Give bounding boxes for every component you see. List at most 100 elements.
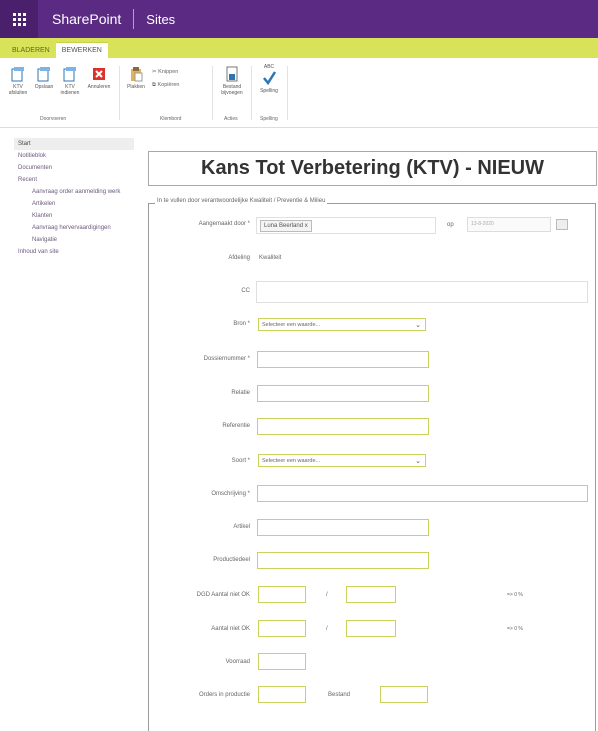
group-divider bbox=[119, 66, 120, 120]
aantal-percentage: => 0 % bbox=[507, 626, 523, 632]
nav-item-notitieblok[interactable]: Notitieblok bbox=[14, 150, 134, 162]
nav-subitem-klanten[interactable]: Klanten bbox=[14, 210, 134, 222]
label-dossiernummer: Dossiernummer * bbox=[203, 356, 250, 362]
button-label: Opslaan bbox=[34, 84, 54, 90]
label-dgd-aantal-niet-ok: DGD Aantal niet OK bbox=[196, 592, 250, 598]
nav-subitem-artikelen[interactable]: Artikelen bbox=[14, 198, 134, 210]
bestand-input[interactable] bbox=[380, 686, 428, 703]
annuleren-button[interactable]: Annuleren bbox=[86, 66, 112, 90]
label-bron: Bron * bbox=[233, 321, 250, 327]
label-bestand: Bestand bbox=[328, 692, 351, 698]
label-cc: CC bbox=[241, 288, 250, 294]
remove-person-icon[interactable]: x bbox=[305, 223, 308, 229]
waffle-icon bbox=[12, 12, 26, 26]
relatie-input[interactable] bbox=[257, 385, 429, 402]
suite-bar: SharePoint Sites bbox=[0, 0, 598, 38]
value-afdeling: Kwaliteit bbox=[259, 255, 282, 261]
button-label: KTV afsluiten bbox=[8, 84, 28, 96]
label-soort: Soort * bbox=[231, 458, 250, 464]
slash-separator: / bbox=[326, 626, 328, 632]
nav-item-recent[interactable]: Recent bbox=[14, 174, 134, 186]
chevron-down-icon: ⌄ bbox=[415, 458, 421, 465]
label-aangemaakt-door: Aangemaakt door * bbox=[198, 221, 250, 227]
chevron-down-icon: ⌄ bbox=[415, 322, 421, 329]
label-op: op bbox=[447, 222, 454, 228]
group-label-klembord: Klembord bbox=[160, 116, 182, 122]
label-artikel: Artikel bbox=[233, 524, 250, 530]
dossiernummer-input[interactable] bbox=[257, 351, 429, 368]
button-label: Bestand bijvoegen bbox=[221, 84, 243, 96]
quick-launch: Start Notitieblok Documenten Recent Aanv… bbox=[14, 138, 134, 258]
tab-bewerken[interactable]: BEWERKEN bbox=[55, 42, 108, 58]
save-icon bbox=[37, 67, 50, 82]
label-voorraad: Voorraad bbox=[225, 659, 250, 665]
artikel-input[interactable] bbox=[257, 519, 429, 536]
kopieren-button[interactable]: ⧉ Kopiëren bbox=[152, 82, 180, 89]
group-label-acties: Acties bbox=[224, 116, 238, 122]
knippen-button[interactable]: ✂ Knippen bbox=[152, 69, 178, 75]
calendar-icon[interactable] bbox=[556, 219, 568, 230]
dgd-percentage: => 0 % bbox=[507, 592, 523, 598]
label-omschrijving: Omschrijving * bbox=[211, 491, 250, 497]
paste-icon bbox=[131, 67, 143, 82]
productiedeel-input[interactable] bbox=[257, 552, 429, 569]
button-label: Annuleren bbox=[87, 84, 111, 90]
label-referentie: Referentie bbox=[222, 423, 250, 429]
group-label-doorvoeren: Doorvoeren bbox=[40, 116, 67, 122]
plakken-button[interactable]: Plakken bbox=[124, 66, 148, 90]
fieldset-legend: In te vullen door verantwoordelijke Kwal… bbox=[155, 198, 328, 204]
cc-people-picker[interactable] bbox=[256, 281, 588, 303]
opslaan-button[interactable]: Opslaan bbox=[34, 66, 54, 90]
label-productiedeel: Productiedeel bbox=[213, 557, 250, 563]
person-name: Luna Beerland bbox=[264, 223, 304, 229]
aantal-input[interactable] bbox=[258, 620, 306, 637]
brand-link[interactable]: SharePoint bbox=[52, 11, 121, 27]
soort-select[interactable]: Selecteer een waarde... ⌄ bbox=[258, 454, 426, 467]
submit-icon bbox=[63, 67, 76, 82]
group-divider bbox=[251, 66, 252, 120]
ktv-afsluiten-button[interactable]: KTV afsluiten bbox=[8, 66, 28, 96]
attach-icon bbox=[226, 66, 238, 82]
omschrijving-input[interactable] bbox=[257, 485, 588, 502]
app-launcher-button[interactable] bbox=[0, 0, 38, 38]
sites-link[interactable]: Sites bbox=[146, 12, 175, 27]
tab-bladeren[interactable]: BLADEREN bbox=[6, 43, 56, 58]
label-afdeling: Afdeling bbox=[228, 255, 250, 261]
group-divider bbox=[287, 66, 288, 120]
nav-item-inhoud-van-site[interactable]: Inhoud van site bbox=[14, 246, 134, 258]
label-aantal-niet-ok: Aantal niet OK bbox=[211, 626, 250, 632]
button-label: Spelling bbox=[260, 88, 278, 94]
button-label: Plakken bbox=[127, 84, 145, 90]
ribbon-tab-row: BLADEREN BEWERKEN bbox=[0, 38, 598, 58]
divider bbox=[133, 9, 135, 29]
nav-subitem-aanvraag-hervervaardigingen[interactable]: Aanvraag hervervaardigingen bbox=[14, 222, 134, 234]
cancel-icon bbox=[93, 68, 105, 80]
date-input[interactable]: 13-8-2020 bbox=[467, 217, 551, 232]
slash-separator: / bbox=[326, 592, 328, 598]
ribbon: KTV afsluiten Opslaan KTV indienen Annul… bbox=[0, 58, 598, 128]
person-token[interactable]: Luna Beerland x bbox=[260, 220, 312, 232]
label-relatie: Relatie bbox=[231, 390, 250, 396]
nav-subitem-navigatie[interactable]: Navigatie bbox=[14, 234, 134, 246]
dgd-totaal-input[interactable] bbox=[346, 586, 396, 603]
select-value: Selecteer een waarde... bbox=[262, 321, 321, 328]
voorraad-input[interactable] bbox=[258, 653, 306, 670]
referentie-input[interactable] bbox=[257, 418, 429, 435]
spelling-button[interactable]: ABC Spelling bbox=[258, 64, 280, 94]
orders-in-productie-input[interactable] bbox=[258, 686, 306, 703]
aantal-totaal-input[interactable] bbox=[346, 620, 396, 637]
bron-select[interactable]: Selecteer een waarde... ⌄ bbox=[258, 318, 426, 331]
nav-item-start[interactable]: Start bbox=[14, 138, 134, 150]
dgd-aantal-input[interactable] bbox=[258, 586, 306, 603]
select-value: Selecteer een waarde... bbox=[262, 457, 321, 464]
ktv-indienen-button[interactable]: KTV indienen bbox=[60, 66, 80, 96]
nav-subitem-aanvraag-order[interactable]: Aanvraag order aanmelding werk bbox=[14, 186, 134, 198]
button-label: Knippen bbox=[158, 69, 179, 75]
group-divider bbox=[212, 66, 213, 120]
bestand-bijvoegen-button[interactable]: Bestand bijvoegen bbox=[218, 66, 246, 96]
label-orders-in-productie: Orders in productie bbox=[198, 692, 250, 698]
nav-item-documenten[interactable]: Documenten bbox=[14, 162, 134, 174]
checkmark-icon bbox=[263, 71, 276, 86]
button-label: Kopiëren bbox=[157, 82, 180, 88]
form-icon bbox=[11, 67, 24, 82]
